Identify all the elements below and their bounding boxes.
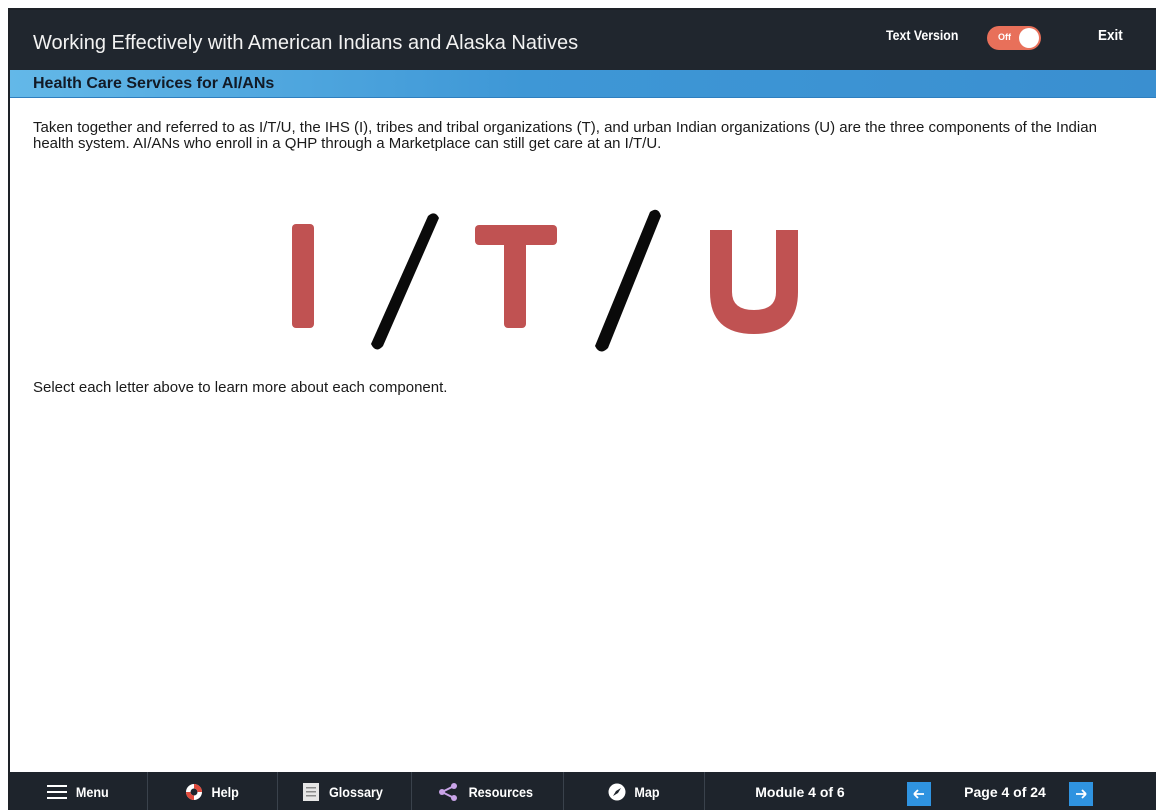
glossary-button[interactable]: Glossary: [278, 772, 412, 810]
compass-icon: [608, 783, 625, 801]
menu-button[interactable]: Menu: [10, 772, 148, 810]
section-header: Health Care Services for AI/ANs: [10, 70, 1156, 98]
letter-u-label: U: [280, 200, 281, 201]
slash-divider: [595, 209, 661, 352]
top-bar: Working Effectively with American Indian…: [10, 10, 1156, 70]
help-button[interactable]: Help: [148, 772, 278, 810]
section-title: Health Care Services for AI/ANs: [33, 75, 275, 92]
intro-paragraph: Taken together and referred to as I/T/U,…: [33, 119, 1097, 152]
letter-t-label: T: [280, 200, 281, 201]
itu-graphic: I T U: [280, 200, 798, 352]
module-status: Module 4 of 6: [755, 784, 845, 800]
resources-button[interactable]: Resources: [412, 772, 564, 810]
text-version-label: Text Version: [886, 27, 959, 43]
app-window: Working Effectively with American Indian…: [8, 8, 1156, 810]
content-area: Taken together and referred to as I/T/U,…: [33, 120, 1133, 152]
lifebuoy-icon: [185, 784, 202, 800]
document-icon: [303, 783, 320, 801]
exit-button[interactable]: Exit: [1098, 27, 1123, 44]
map-label: Map: [633, 784, 660, 800]
arrow-right-icon: [1076, 789, 1087, 799]
instruction-text: Select each letter above to learn more a…: [33, 379, 448, 396]
next-page-button[interactable]: [1069, 782, 1093, 806]
letter-u-button[interactable]: U: [280, 200, 798, 334]
footer-nav: Menu Help Glossary Resources Map Module …: [10, 772, 1156, 810]
letter-i-label: I: [280, 200, 281, 201]
toggle-state-label: Off: [998, 32, 1011, 42]
slash-divider: [371, 213, 439, 350]
menu-label: Menu: [75, 784, 109, 800]
arrow-left-icon: [913, 789, 924, 799]
glossary-label: Glossary: [329, 784, 383, 800]
toggle-knob: [1019, 28, 1039, 48]
help-label: Help: [211, 784, 239, 800]
map-button[interactable]: Map: [564, 772, 705, 810]
hamburger-icon: [46, 785, 67, 799]
text-version-toggle[interactable]: Off: [987, 26, 1041, 50]
letter-i-button[interactable]: I: [280, 200, 314, 328]
previous-page-button[interactable]: [907, 782, 931, 806]
share-icon: [439, 783, 458, 801]
resources-label: Resources: [468, 784, 534, 800]
app-title: Working Effectively with American Indian…: [33, 32, 579, 54]
page-status: Page 4 of 24: [964, 784, 1046, 800]
